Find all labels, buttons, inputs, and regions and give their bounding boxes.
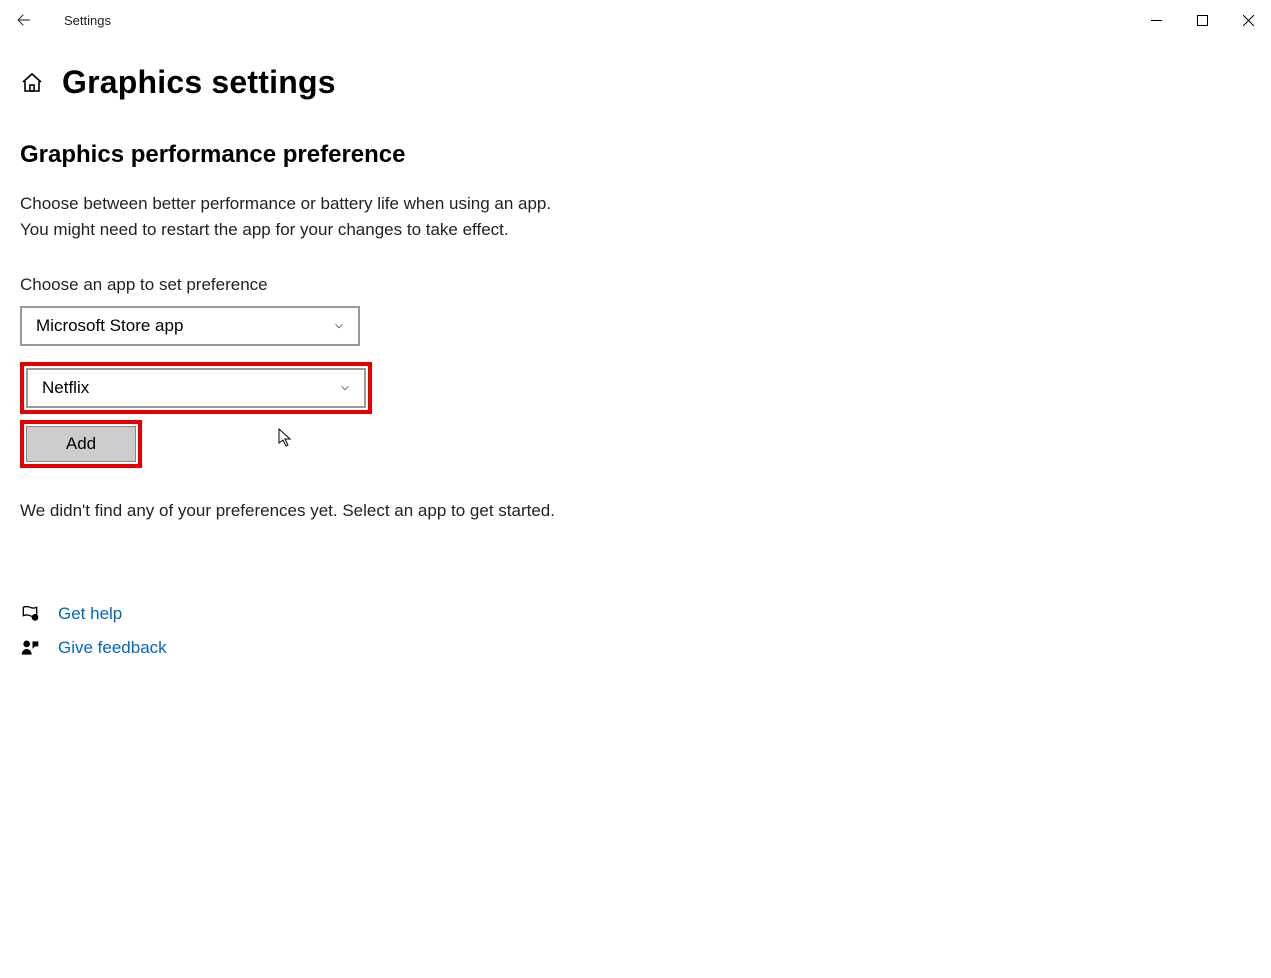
back-button[interactable] [8, 4, 40, 36]
arrow-left-icon [15, 11, 33, 29]
section-description: Choose between better performance or bat… [20, 191, 580, 244]
title-bar: Settings [0, 0, 1271, 40]
help-icon: ? [20, 604, 40, 624]
chevron-down-icon [332, 319, 346, 333]
give-feedback-row: Give feedback [20, 638, 1247, 658]
page-title: Graphics settings [62, 64, 336, 101]
get-help-link[interactable]: Get help [58, 604, 122, 624]
app-title: Settings [64, 13, 111, 28]
add-button-highlight: Add [20, 420, 142, 468]
empty-state-text: We didn't find any of your preferences y… [20, 498, 580, 524]
close-button[interactable] [1225, 4, 1271, 36]
app-select-value: Netflix [42, 378, 89, 398]
app-type-dropdown[interactable]: Microsoft Store app [20, 306, 360, 346]
minimize-icon [1151, 15, 1162, 26]
svg-text:?: ? [34, 616, 37, 622]
add-button[interactable]: Add [26, 426, 136, 462]
home-icon[interactable] [20, 71, 44, 95]
page-header: Graphics settings [20, 64, 1247, 101]
app-select-dropdown[interactable]: Netflix [26, 368, 366, 408]
section-title: Graphics performance preference [20, 141, 1247, 169]
maximize-button[interactable] [1179, 4, 1225, 36]
add-button-label: Add [66, 434, 96, 454]
app-type-value: Microsoft Store app [36, 316, 183, 336]
title-bar-left: Settings [8, 4, 111, 36]
window-controls [1133, 4, 1271, 36]
give-feedback-link[interactable]: Give feedback [58, 638, 167, 658]
app-select-highlight: Netflix [20, 362, 372, 414]
choose-app-label: Choose an app to set preference [20, 272, 580, 298]
feedback-icon [20, 638, 40, 658]
minimize-button[interactable] [1133, 4, 1179, 36]
content-area: Graphics settings Graphics performance p… [0, 40, 1271, 658]
chevron-down-icon [338, 381, 352, 395]
close-icon [1243, 15, 1254, 26]
maximize-icon [1197, 15, 1208, 26]
get-help-row: ? Get help [20, 604, 1247, 624]
